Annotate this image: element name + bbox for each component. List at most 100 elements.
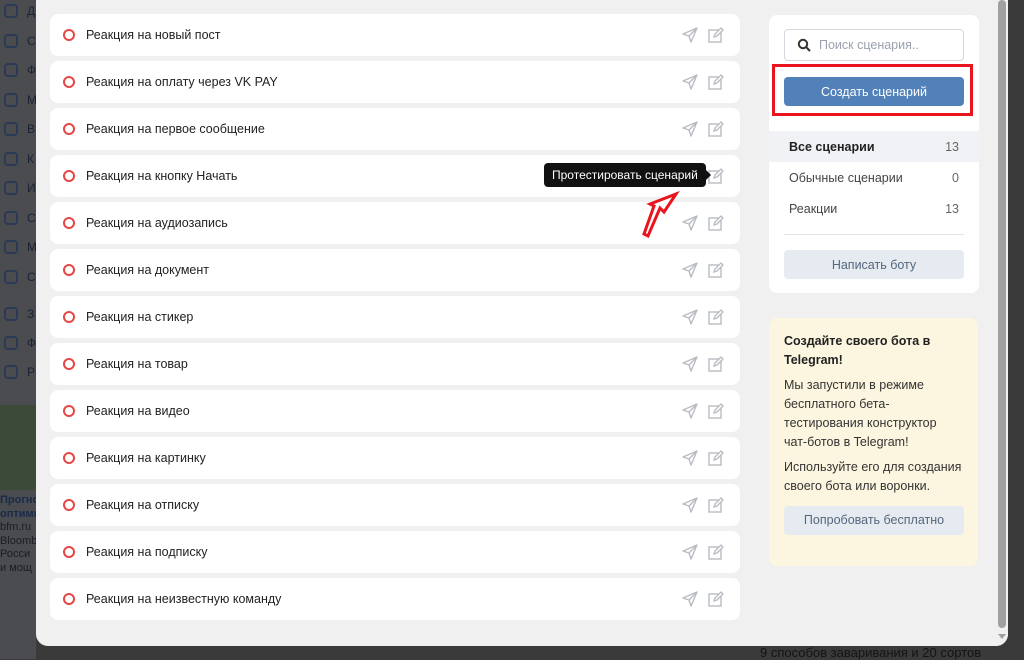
scenario-row[interactable]: Реакция на стикер	[50, 296, 740, 338]
test-send-icon[interactable]	[682, 403, 698, 419]
edit-icon[interactable]	[708, 74, 724, 90]
background-news-image	[0, 405, 36, 490]
telegram-promo-card: Создайте своего бота в Telegram! Мы запу…	[769, 318, 978, 566]
filter-item[interactable]: Реакции 13	[769, 193, 979, 224]
edit-icon[interactable]	[708, 262, 724, 278]
filter-label: Реакции	[789, 201, 838, 216]
background-nav-icon	[4, 269, 18, 284]
test-send-icon[interactable]	[682, 591, 698, 607]
background-nav-icon	[4, 122, 18, 136]
status-circle-icon	[63, 217, 75, 229]
test-send-icon[interactable]	[682, 74, 698, 90]
background-nav-icon	[4, 240, 18, 254]
background-nav-icon	[4, 181, 18, 195]
status-circle-icon	[63, 170, 75, 182]
background-page-sidebar: ДСФМВКИСМСЗФРПрогнооптимиbfm.ruBloombРос…	[0, 0, 37, 659]
filter-item[interactable]: Все сценарии 13	[769, 131, 979, 162]
filter-label: Обычные сценарии	[789, 170, 903, 185]
background-nav-label: С	[27, 269, 36, 284]
test-send-icon[interactable]	[682, 544, 698, 560]
background-nav-icon	[4, 63, 18, 77]
status-circle-icon	[63, 311, 75, 323]
status-circle-icon	[63, 264, 75, 276]
status-circle-icon	[63, 452, 75, 464]
background-news-text: и мощ	[0, 561, 32, 574]
background-news-text: оптими	[0, 507, 36, 520]
background-news-text: Прогно	[0, 494, 36, 506]
scenario-row[interactable]: Реакция на картинку	[50, 437, 740, 479]
edit-icon[interactable]	[708, 356, 724, 372]
scenario-row[interactable]: Реакция на видео	[50, 390, 740, 432]
filter-count: 13	[945, 201, 959, 216]
background-nav-icon	[4, 92, 18, 107]
background-nav-label: К	[27, 151, 34, 166]
test-send-icon[interactable]	[682, 450, 698, 466]
scrollbar[interactable]	[996, 0, 1008, 646]
edit-icon[interactable]	[708, 309, 724, 325]
scenario-row[interactable]: Реакция на неизвестную команду	[50, 578, 740, 620]
scenario-row[interactable]: Реакция на первое сообщение	[50, 108, 740, 150]
edit-icon[interactable]	[708, 121, 724, 137]
scenario-name: Реакция на документ	[86, 263, 210, 277]
scenario-row[interactable]: Реакция на отписку	[50, 484, 740, 526]
filter-count: 0	[952, 170, 959, 185]
scenario-name: Реакция на неизвестную команду	[86, 592, 282, 606]
test-send-icon[interactable]	[682, 121, 698, 137]
edit-icon[interactable]	[708, 544, 724, 560]
edit-icon[interactable]	[708, 215, 724, 231]
background-news-text: Росси	[0, 548, 31, 560]
edit-icon[interactable]	[708, 591, 724, 607]
filter-item[interactable]: Обычные сценарии 0	[769, 162, 979, 193]
edit-icon[interactable]	[708, 27, 724, 43]
scrollbar-thumb[interactable]	[998, 0, 1006, 628]
status-circle-icon	[63, 405, 75, 417]
test-send-icon[interactable]	[682, 356, 698, 372]
divider	[784, 234, 964, 235]
status-circle-icon	[63, 593, 75, 605]
scenario-name: Реакция на аудиозапись	[86, 216, 228, 230]
background-article-title: 9 способов заваривания и 20 сортов	[760, 645, 982, 660]
scenario-row[interactable]: Реакция на документ	[50, 249, 740, 291]
scenario-row[interactable]: Реакция на аудиозапись	[50, 202, 740, 244]
scenario-row[interactable]: Реакция на оплату через VK PAY	[50, 61, 740, 103]
scroll-down-icon[interactable]	[998, 634, 1006, 639]
background-nav-label: З	[27, 307, 35, 321]
promo-text: Используйте его для создания своего бота…	[784, 460, 962, 493]
scenario-row[interactable]: Реакция на подписку	[50, 531, 740, 573]
promo-title: Создайте своего бота в Telegram!	[784, 334, 931, 367]
red-arrow-annotation	[642, 190, 680, 239]
tooltip: Протестировать сценарий	[544, 163, 711, 187]
status-circle-icon	[63, 499, 75, 511]
test-send-icon[interactable]	[682, 27, 698, 43]
background-nav-icon	[4, 307, 18, 321]
edit-icon[interactable]	[708, 403, 724, 419]
scenario-name: Реакция на новый пост	[86, 28, 221, 42]
scenarios-modal: Реакция на новый пост Реакция на оплату ч…	[36, 0, 1008, 646]
filter-count: 13	[945, 139, 959, 154]
test-send-icon[interactable]	[682, 497, 698, 513]
search-placeholder: Поиск сценария..	[819, 38, 919, 52]
test-send-icon[interactable]	[682, 215, 698, 231]
background-nav-label: С	[27, 210, 36, 225]
scenario-name: Реакция на видео	[86, 404, 190, 418]
scenario-row[interactable]: Реакция на новый пост	[50, 14, 740, 56]
background-nav-label: Р	[27, 365, 36, 379]
scenario-name: Реакция на отписку	[86, 498, 200, 512]
search-input[interactable]: Поиск сценария..	[784, 29, 964, 61]
edit-icon[interactable]	[708, 497, 724, 513]
background-news-text: bfm.ru	[0, 521, 32, 533]
background-nav-icon	[4, 4, 18, 18]
write-bot-button[interactable]: Написать боту	[784, 250, 964, 279]
edit-icon[interactable]	[708, 450, 724, 466]
try-free-button[interactable]: Попробовать бесплатно	[784, 506, 964, 535]
test-send-icon[interactable]	[682, 309, 698, 325]
search-icon	[797, 38, 811, 52]
background-nav-icon	[4, 365, 18, 379]
promo-text: Мы запустили в режиме бесплатного бета-т…	[784, 378, 937, 449]
create-scenario-button[interactable]: Создать сценарий	[784, 77, 964, 106]
scenario-name: Реакция на кнопку Начать	[86, 169, 238, 183]
background-nav-label: И	[27, 181, 36, 195]
scenario-row[interactable]: Реакция на товар	[50, 343, 740, 385]
test-send-icon[interactable]	[682, 262, 698, 278]
background-nav-label: С	[27, 33, 36, 48]
